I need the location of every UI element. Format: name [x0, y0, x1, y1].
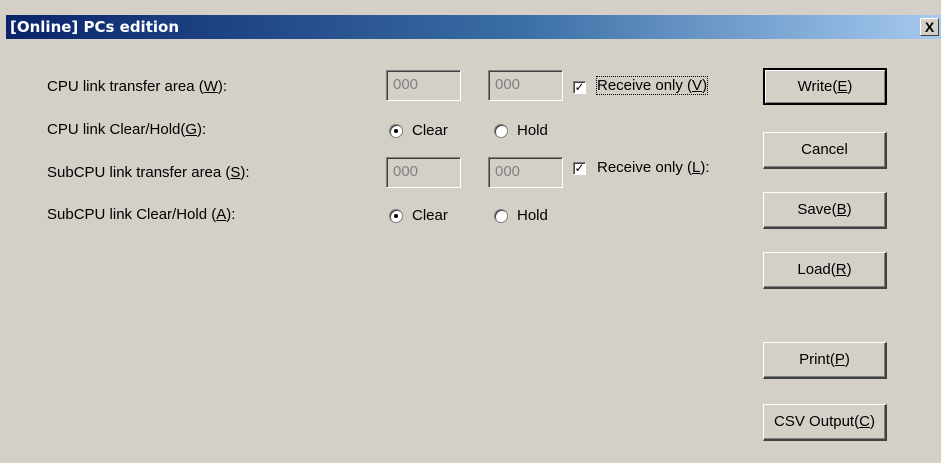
subcpu-transfer-area-label: SubCPU link transfer area (S):	[47, 164, 250, 181]
window-title: [Online] PCs edition	[10, 18, 179, 36]
load-button[interactable]: Load(R)	[763, 252, 887, 289]
subcpu-clear-radio[interactable]	[389, 209, 403, 223]
subcpu-clear-label: Clear	[412, 207, 448, 224]
write-button[interactable]: Write(E)	[763, 68, 887, 105]
check-icon: ✓	[574, 80, 585, 94]
cpu-transfer-end-field[interactable]: 000	[488, 70, 563, 101]
cpu-clear-label: Clear	[412, 122, 448, 139]
subcpu-hold-radio[interactable]	[494, 209, 508, 223]
close-icon: X	[924, 19, 935, 35]
subcpu-hold-label: Hold	[517, 207, 548, 224]
title-bar[interactable]: [Online] PCs edition X	[6, 15, 941, 39]
subcpu-transfer-start-field[interactable]: 000	[386, 157, 461, 188]
subcpu-receive-only-label[interactable]: Receive only (L):	[597, 159, 710, 176]
close-button[interactable]: X	[920, 18, 939, 36]
csv-output-button[interactable]: CSV Output(C)	[763, 404, 887, 441]
cpu-clear-radio[interactable]	[389, 124, 403, 138]
check-icon: ✓	[574, 161, 585, 175]
subcpu-transfer-end-field[interactable]: 000	[488, 157, 563, 188]
cancel-button[interactable]: Cancel	[763, 132, 887, 169]
cpu-receive-only-label[interactable]: Receive only (V)	[595, 76, 709, 95]
cpu-hold-radio[interactable]	[494, 124, 508, 138]
cpu-receive-only-checkbox[interactable]: ✓	[573, 81, 586, 94]
print-button[interactable]: Print(P)	[763, 342, 887, 379]
save-button[interactable]: Save(B)	[763, 192, 887, 229]
radio-selected-dot	[394, 214, 398, 218]
cpu-hold-label: Hold	[517, 122, 548, 139]
radio-selected-dot	[394, 129, 398, 133]
subcpu-clear-hold-label: SubCPU link Clear/Hold (A):	[47, 206, 236, 223]
cpu-clear-hold-label: CPU link Clear/Hold(G):	[47, 121, 207, 138]
dialog-window: [Online] PCs edition X CPU link transfer…	[0, 0, 941, 463]
cpu-transfer-start-field[interactable]: 000	[386, 70, 461, 101]
cpu-transfer-area-label: CPU link transfer area (W):	[47, 78, 228, 95]
subcpu-receive-only-checkbox[interactable]: ✓	[573, 162, 586, 175]
